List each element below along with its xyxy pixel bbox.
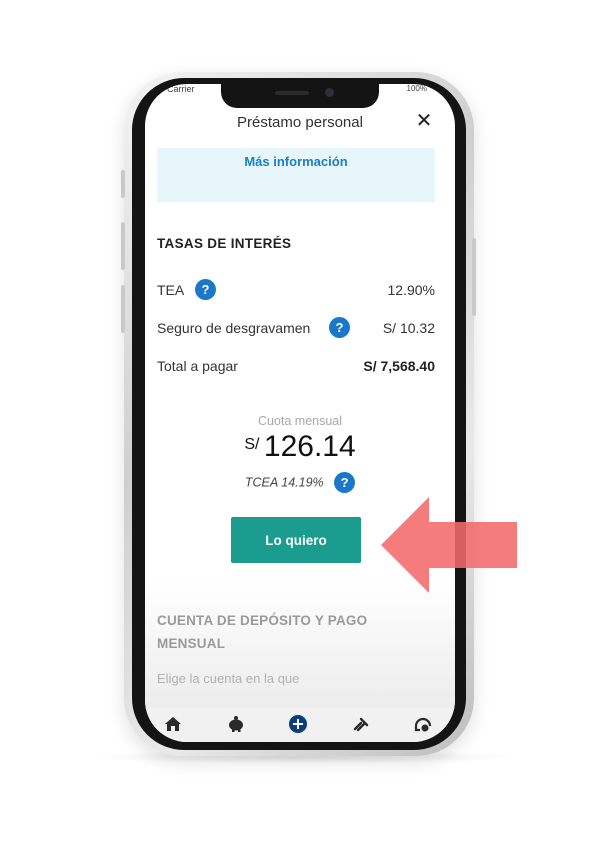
screen-header: Préstamo personal ✕	[145, 104, 455, 140]
help-icon[interactable]: ?	[329, 317, 350, 338]
bottom-tab-bar	[145, 708, 455, 742]
rate-value: 12.90%	[387, 282, 435, 298]
speaker-grill	[275, 91, 309, 95]
plus-circle-icon[interactable]	[286, 712, 310, 736]
total-value: S/ 7,568.40	[363, 358, 435, 374]
tcea-label: TCEA 14.19%	[244, 475, 324, 490]
rate-label: Seguro de desgravamen	[157, 320, 311, 336]
info-banner: Más información	[157, 148, 435, 202]
transfer-icon[interactable]	[349, 712, 373, 736]
currency-symbol: S/	[244, 436, 260, 453]
piggy-bank-icon[interactable]	[224, 712, 248, 736]
home-icon[interactable]	[161, 712, 185, 736]
battery-label: 100%	[406, 84, 427, 93]
monthly-fee-amount: S/ 126.14	[145, 430, 455, 464]
pointer-arrow-icon	[381, 497, 517, 593]
rate-label: Total a pagar	[157, 358, 238, 374]
support-icon[interactable]	[411, 712, 435, 736]
deposit-section: CUENTA DE DEPÓSITO Y PAGO MENSUAL Elige …	[145, 579, 455, 711]
deposit-section-title: CUENTA DE DEPÓSITO Y PAGO MENSUAL	[157, 613, 368, 651]
rate-row-insurance: Seguro de desgravamen ? S/ 10.32	[157, 316, 435, 340]
front-camera	[325, 88, 334, 97]
help-icon[interactable]: ?	[334, 472, 356, 493]
rate-label: TEA	[157, 282, 185, 298]
rate-value: S/ 10.32	[382, 320, 435, 336]
deposit-section-subtitle: Elige la cuenta en la que	[157, 671, 300, 686]
page-title: Préstamo personal	[237, 114, 363, 131]
monthly-fee-value: 126.14	[263, 430, 356, 463]
close-icon[interactable]: ✕	[411, 108, 437, 134]
side-button	[121, 285, 125, 333]
rates-section-title: TASAS DE INTERÉS	[157, 236, 292, 251]
side-button	[121, 222, 125, 270]
lo-quiero-button[interactable]: Lo quiero	[231, 517, 361, 563]
tcea-line: TCEA 14.19% ?	[145, 472, 455, 494]
side-button	[472, 238, 476, 316]
carrier-label: Carrier	[167, 84, 195, 94]
monthly-fee-label: Cuota mensual	[257, 414, 343, 428]
phone-screen: Carrier 100% Préstamo personal ✕ Más inf…	[145, 84, 455, 742]
side-button	[121, 170, 125, 198]
rate-row-total: Total a pagar S/ 7,568.40	[157, 354, 435, 378]
rate-row-tea: TEA ? 12.90%	[157, 278, 435, 302]
help-icon[interactable]: ?	[195, 279, 216, 300]
more-info-link[interactable]: Más información	[157, 154, 435, 169]
